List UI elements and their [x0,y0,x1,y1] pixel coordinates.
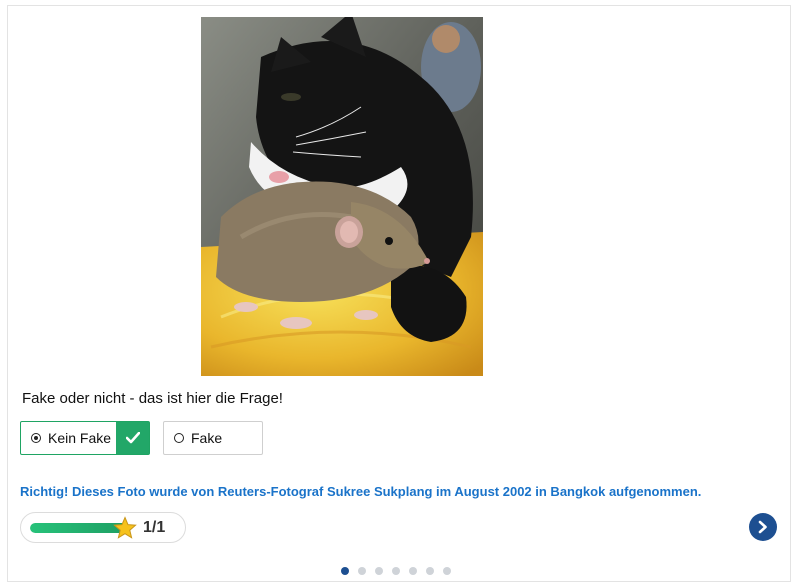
option-label: Fake [191,430,223,446]
pagination-dot[interactable] [392,567,400,575]
pagination-dot[interactable] [358,567,366,575]
progress-count: 1/1 [143,519,166,536]
feedback-text: Richtig! Dieses Foto wurde von Reuters-F… [20,484,702,499]
chevron-right-icon [758,520,767,534]
option-fake[interactable]: Fake [163,421,263,455]
pagination-dot[interactable] [426,567,434,575]
question-text: Fake oder nicht - das ist hier die Frage… [22,390,283,407]
pagination-dot[interactable] [341,567,349,575]
option-label: Kein Fake [48,430,112,446]
quiz-photo [201,17,483,376]
radio-selected-icon [31,433,41,443]
next-button[interactable] [749,513,777,541]
pagination-dots [341,567,451,575]
option-kein-fake[interactable]: Kein Fake [20,421,150,455]
pagination-dot[interactable] [443,567,451,575]
pagination-dot[interactable] [375,567,383,575]
progress-indicator: 1/1 [20,512,186,543]
radio-unselected-icon [174,433,184,443]
pagination-dot[interactable] [409,567,417,575]
star-icon [113,516,137,539]
check-icon [116,422,149,454]
